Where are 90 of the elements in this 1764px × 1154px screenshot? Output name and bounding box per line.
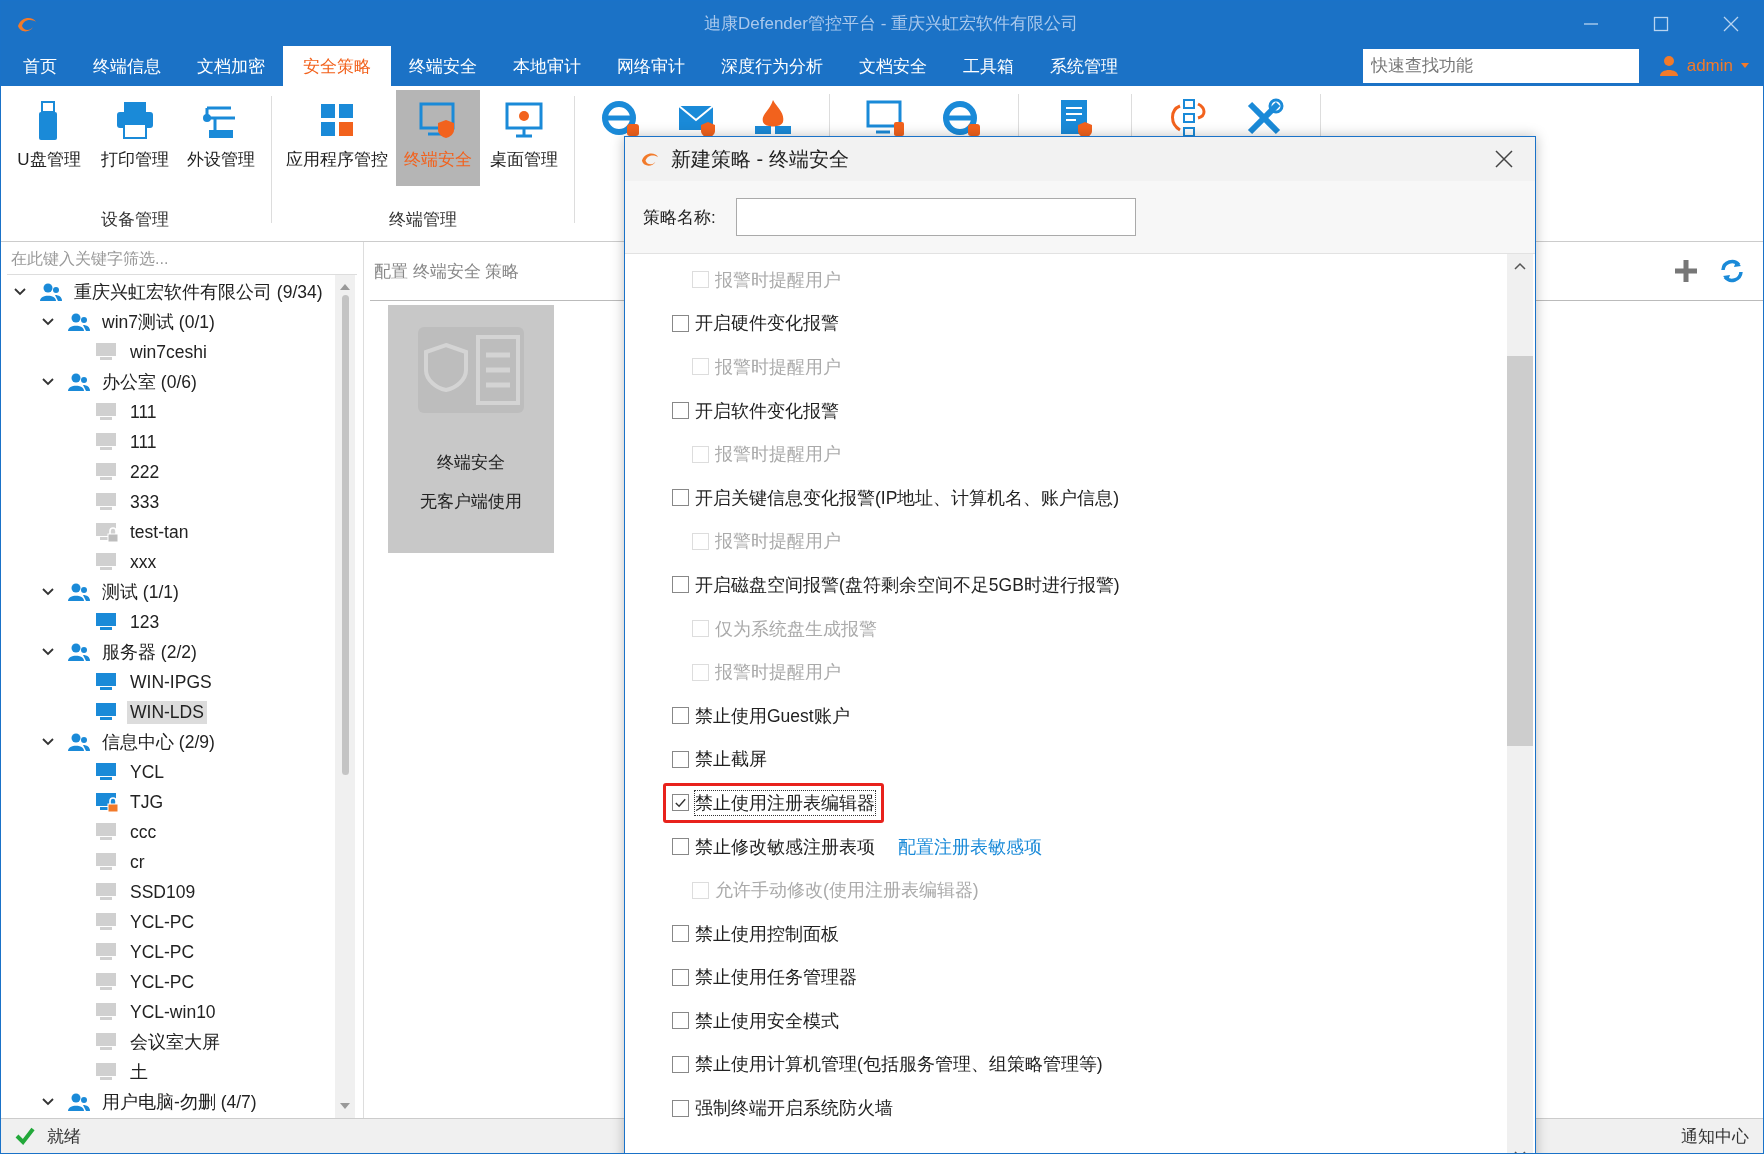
scrollbar[interactable] bbox=[1507, 254, 1533, 1153]
scroll-down-icon[interactable] bbox=[340, 1102, 350, 1110]
config-link[interactable]: 配置注册表敏感项 bbox=[898, 834, 1042, 859]
tree-item[interactable]: 会议室大屏 bbox=[127, 1029, 223, 1055]
tree-group[interactable]: 重庆兴虹宏软件有限公司 (9/34) bbox=[71, 279, 326, 305]
user-group-icon bbox=[67, 372, 91, 392]
scrollbar-thumb[interactable] bbox=[341, 295, 349, 775]
user-group-icon bbox=[67, 732, 91, 752]
ribbon-button[interactable]: 桌面管理 bbox=[482, 90, 566, 186]
menu-tab[interactable]: 首页 bbox=[5, 46, 75, 86]
menu-tab[interactable]: 网络审计 bbox=[599, 46, 703, 86]
menu-tab[interactable]: 深度行为分析 bbox=[703, 46, 841, 86]
ribbon-button[interactable]: 外设管理 bbox=[179, 90, 263, 186]
menu-tab[interactable]: 文档安全 bbox=[841, 46, 945, 86]
checkbox-option[interactable]: 禁止截屏 bbox=[672, 747, 767, 772]
menu-tab[interactable]: 终端安全 bbox=[391, 46, 495, 86]
close-icon[interactable] bbox=[1495, 150, 1513, 168]
tree-group[interactable]: 服务器 (2/2) bbox=[99, 639, 200, 665]
ribbon-button[interactable]: 打印管理 bbox=[93, 90, 177, 186]
scrollbar-thumb[interactable] bbox=[1507, 356, 1533, 746]
menu-tab[interactable]: 终端信息 bbox=[75, 46, 179, 86]
dialog-title: 新建策略 - 终端安全 bbox=[671, 146, 849, 172]
user-group-icon bbox=[67, 312, 91, 332]
user-group-icon bbox=[67, 582, 91, 602]
menu-tab[interactable]: 工具箱 bbox=[945, 46, 1032, 86]
policy-name-field[interactable] bbox=[735, 198, 1136, 236]
search-field[interactable]: 快速查找功能 bbox=[1362, 48, 1639, 83]
ribbon-button[interactable]: U盘管理 bbox=[7, 90, 91, 186]
tree-item[interactable]: SSD109 bbox=[127, 880, 199, 904]
check-icon bbox=[15, 1127, 35, 1145]
menu-tab[interactable]: 本地审计 bbox=[495, 46, 599, 86]
menu-tab[interactable]: 系统管理 bbox=[1032, 46, 1136, 86]
refresh-icon[interactable] bbox=[1719, 258, 1745, 284]
tree-group[interactable]: 用户电脑-勿删 (4/7) bbox=[99, 1089, 260, 1115]
add-icon[interactable] bbox=[1673, 258, 1699, 284]
window-title: 迪康Defender管控平台 - 重庆兴虹宏软件有限公司 bbox=[702, 13, 1079, 35]
tree-item[interactable]: WIN-IPGS bbox=[127, 670, 215, 694]
card-title: 终端安全 bbox=[437, 452, 505, 474]
field-label: 策略名称: bbox=[643, 206, 716, 229]
tree-item[interactable]: 222 bbox=[127, 460, 163, 484]
tree-item[interactable]: 111 bbox=[127, 400, 160, 424]
ribbon-group-label: 设备管理 bbox=[101, 209, 169, 231]
tree-item[interactable]: 土 bbox=[127, 1059, 151, 1085]
caret-icon bbox=[1741, 63, 1749, 69]
checkbox-option[interactable]: 禁止使用注册表编辑器 bbox=[672, 790, 875, 815]
tree-item[interactable]: 333 bbox=[127, 490, 163, 514]
tree-group[interactable]: win7测试 (0/1) bbox=[99, 309, 218, 335]
tree-item[interactable]: xxx bbox=[127, 550, 160, 574]
user-group-icon bbox=[67, 642, 91, 662]
tree-item[interactable]: win7ceshi bbox=[127, 340, 210, 364]
tree-item[interactable]: YCL-PC bbox=[127, 940, 198, 964]
checkbox-option[interactable]: 禁止使用安全模式 bbox=[672, 1008, 839, 1033]
tree-item[interactable]: YCL-PC bbox=[127, 970, 198, 994]
tree-item[interactable]: cr bbox=[127, 850, 148, 874]
tree-item[interactable]: 111 bbox=[127, 430, 160, 454]
tree-item[interactable]: test-tan bbox=[127, 520, 192, 544]
user-group-icon bbox=[39, 282, 63, 302]
tree-group[interactable]: 办公室 (0/6) bbox=[99, 369, 200, 395]
checkbox-option[interactable]: 开启硬件变化报警 bbox=[672, 311, 839, 336]
tree-item[interactable]: YCL-win10 bbox=[127, 1000, 219, 1024]
tree-group[interactable]: 测试 (1/1) bbox=[99, 579, 182, 605]
checkbox-option[interactable]: 禁止使用计算机管理(包括服务管理、组策略管理等) bbox=[672, 1052, 1103, 1077]
notification-center[interactable]: 通知中心 bbox=[1681, 1124, 1749, 1148]
menu-tab[interactable]: 文档加密 bbox=[179, 46, 283, 86]
maximize-icon[interactable] bbox=[1653, 15, 1669, 32]
checkbox-option[interactable]: 开启关键信息变化报警(IP地址、计算机名、账户信息) bbox=[672, 485, 1120, 510]
tree-item[interactable]: ccc bbox=[127, 820, 160, 844]
checkbox-option[interactable]: 禁止使用任务管理器 bbox=[672, 965, 857, 990]
user-icon bbox=[1658, 55, 1679, 77]
policy-card[interactable]: 终端安全 无客户端使用 bbox=[388, 305, 554, 553]
tree-group[interactable]: 信息中心 (2/9) bbox=[99, 729, 218, 755]
card-subtitle: 无客户端使用 bbox=[420, 491, 522, 513]
panel-header: 配置 终端安全 策略 bbox=[374, 260, 520, 283]
checkbox-option[interactable]: 禁止使用Guest账户 bbox=[672, 703, 850, 728]
tree-item[interactable]: YCL-PC bbox=[127, 910, 198, 934]
ribbon-button[interactable]: 应用程序管控 bbox=[280, 90, 394, 186]
checkbox-option[interactable]: 开启磁盘空间报警(盘符剩余空间不足5GB时进行报警) bbox=[672, 572, 1120, 597]
status-text: 就绪 bbox=[47, 1125, 81, 1148]
scroll-up-icon[interactable] bbox=[1514, 262, 1526, 270]
checkbox-option[interactable]: 强制终端开启系统防火墙 bbox=[672, 1096, 893, 1121]
checkbox-option[interactable]: 禁止使用控制面板 bbox=[672, 921, 839, 946]
scrollbar[interactable] bbox=[335, 275, 355, 1118]
tree-item[interactable]: YCL bbox=[127, 760, 168, 784]
ribbon-group-label: 终端管理 bbox=[389, 209, 457, 231]
tree-item[interactable]: 123 bbox=[127, 610, 163, 634]
tree-item[interactable]: WIN-LDS bbox=[127, 700, 207, 724]
checkbox-option[interactable]: 开启软件变化报警 bbox=[672, 398, 839, 423]
tree-item[interactable]: TJG bbox=[127, 790, 167, 814]
user-group-icon bbox=[67, 1092, 91, 1112]
checkbox-option[interactable]: 禁止修改敏感注册表项 bbox=[672, 834, 875, 859]
